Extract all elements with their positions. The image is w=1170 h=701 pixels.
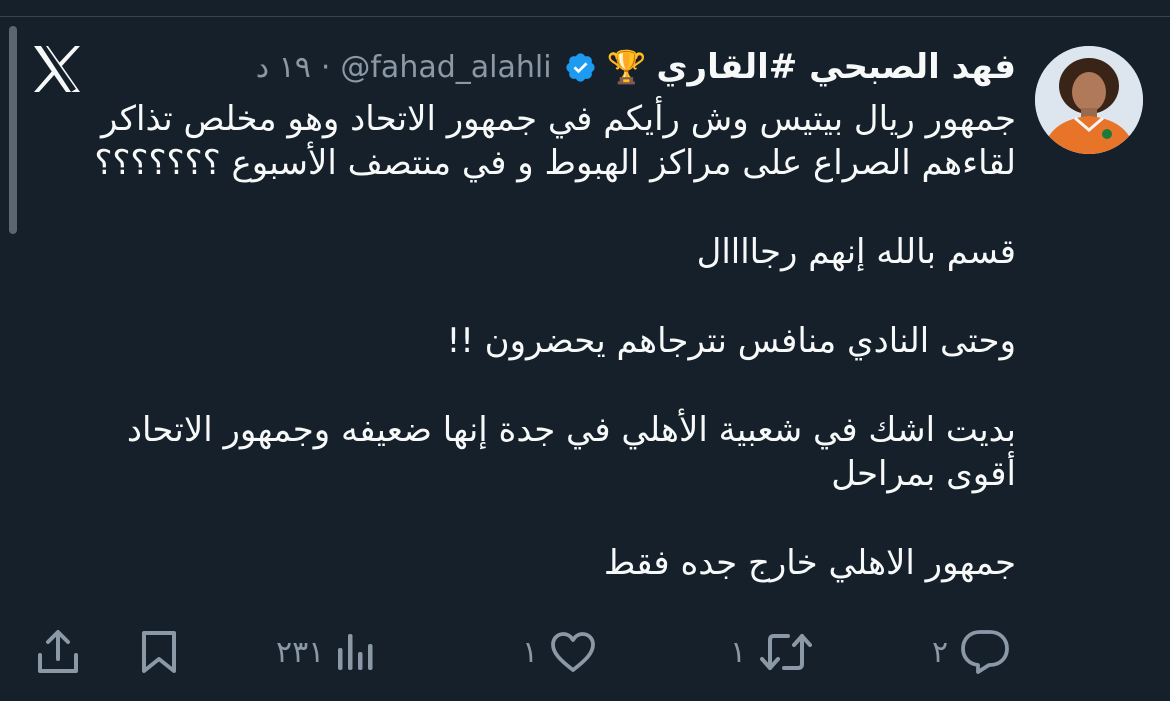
reply-button[interactable]: ٢ — [932, 622, 1010, 682]
bookmark-button[interactable] — [140, 622, 178, 682]
verified-badge-icon — [564, 51, 597, 84]
retweet-count: ١ — [730, 634, 747, 670]
timestamp[interactable]: ١٩ د — [256, 50, 311, 85]
reply-count: ٢ — [932, 634, 949, 670]
scrollbar-thumb[interactable] — [9, 26, 17, 234]
heart-icon — [551, 632, 596, 672]
bookmark-icon — [142, 631, 176, 673]
retweet-button[interactable]: ١ — [730, 622, 814, 682]
like-count: ١ — [522, 634, 539, 670]
tweet-paragraph: جمهور الاهلي خارج جده فقط — [603, 543, 1016, 583]
tweet-paragraph: وحتى النادي منافس نترجاهم يحضرون !! — [446, 321, 1016, 361]
reply-icon — [961, 630, 1010, 674]
bar-chart-icon — [338, 634, 373, 670]
top-divider — [0, 16, 1170, 17]
retweet-icon — [760, 634, 813, 670]
avatar[interactable] — [1035, 46, 1143, 154]
share-button[interactable] — [36, 622, 80, 682]
trophy-icon: 🏆 — [606, 48, 647, 86]
separator-dot: · — [320, 49, 331, 85]
like-button[interactable]: ١ — [522, 622, 596, 682]
share-icon — [38, 630, 78, 673]
tweet-header: فهد الصبحي #القاري 🏆 @fahad_alahli · ١٩ … — [256, 40, 1016, 94]
tweet-text: جمهور ريال بيتيس وش رأيكم في جمهور الاتح… — [66, 97, 1016, 585]
action-bar: ٢٣١ ١ ١ ٢ — [0, 622, 1170, 682]
display-name[interactable]: فهد الصبحي #القاري — [656, 47, 1016, 87]
tweet-paragraph: بديت اشك في شعبية الأهلي في جدة إنها ضعي… — [126, 410, 1016, 494]
tweet-paragraph: قسم بالله إنهم رجاااال — [696, 232, 1016, 272]
views-button[interactable]: ٢٣١ — [276, 622, 376, 682]
x-logo-icon[interactable] — [30, 42, 84, 96]
tweet-paragraph: جمهور ريال بيتيس وش رأيكم في جمهور الاتح… — [94, 99, 1016, 183]
user-handle[interactable]: @fahad_alahli — [340, 50, 551, 85]
views-count: ٢٣١ — [276, 634, 325, 670]
